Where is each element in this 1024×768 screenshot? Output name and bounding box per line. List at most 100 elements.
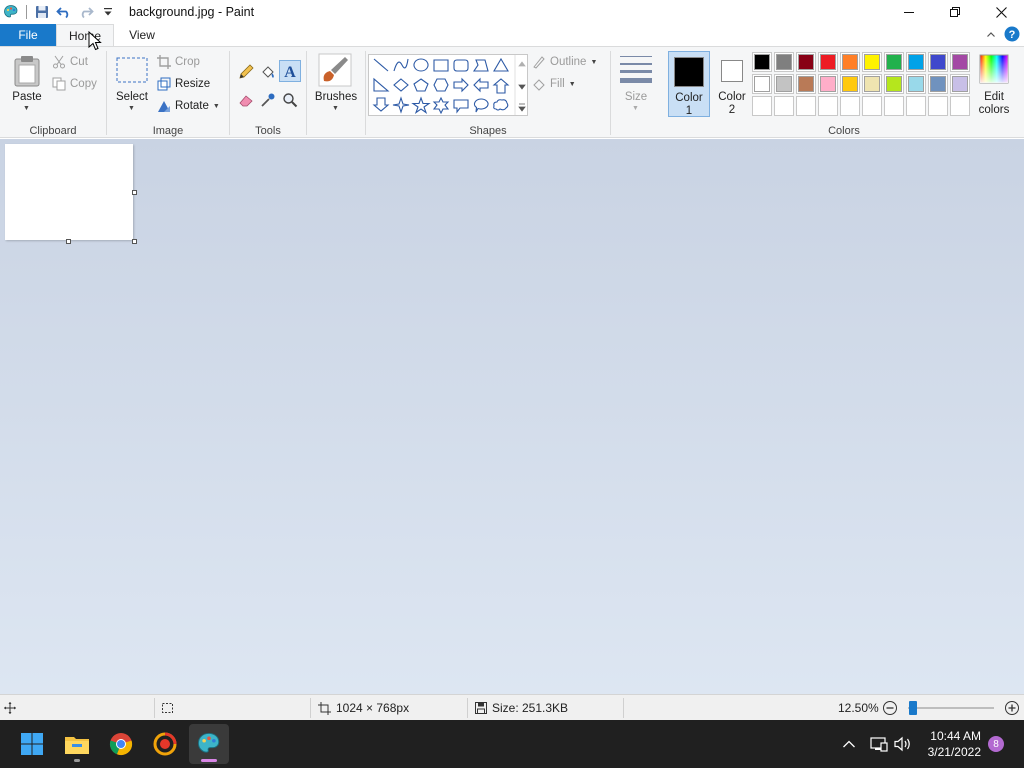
edit-colors-button[interactable]: Edit colors [974,51,1014,117]
palette-swatch[interactable] [906,52,926,72]
drawing-canvas[interactable] [5,144,133,240]
canvas-workspace[interactable] [0,139,1024,694]
fill-bucket-icon[interactable] [257,61,279,83]
windows-start-icon[interactable] [12,724,52,764]
status-divider [310,698,311,718]
palette-swatch-empty[interactable] [796,96,816,116]
media-player-icon[interactable] [145,724,185,764]
zoom-in-icon[interactable] [1004,695,1020,721]
quick-access-toolbar [0,3,117,21]
palette-swatch[interactable] [752,52,772,72]
ribbon: Paste ▼ Cut Copy Clipboard Select ▼ Crop… [0,46,1024,138]
palette-swatch[interactable] [884,74,904,94]
outline-button[interactable]: Outline ▼ [532,55,597,69]
palette-swatch[interactable] [950,52,970,72]
palette-swatch[interactable] [818,52,838,72]
palette-swatch-empty[interactable] [950,96,970,116]
palette-swatch[interactable] [774,74,794,94]
resize-button[interactable]: Resize [157,77,210,91]
palette-swatch-empty[interactable] [928,96,948,116]
palette-swatch-empty[interactable] [752,96,772,116]
paste-button[interactable]: Paste ▼ [10,53,44,113]
palette-swatch-empty[interactable] [818,96,838,116]
redo-icon[interactable] [77,3,95,21]
text-icon[interactable]: A [279,60,301,82]
palette-swatch[interactable] [928,74,948,94]
show-hidden-icons-icon[interactable] [842,720,856,768]
collapse-ribbon-icon[interactable] [986,29,996,43]
ribbon-tab-tools: ? [986,26,1020,45]
copy-button[interactable]: Copy [52,77,97,91]
zoom-slider-track[interactable] [908,707,994,709]
palette-swatch[interactable] [796,74,816,94]
eraser-icon[interactable] [235,89,257,111]
color2-button[interactable]: Color 2 [712,51,752,117]
brush-icon [318,53,352,87]
minimize-icon[interactable] [886,0,932,24]
rotate-button[interactable]: Rotate ▼ [157,99,220,113]
pencil-icon[interactable] [235,61,257,83]
disk-icon [475,702,487,714]
palette-swatch[interactable] [906,74,926,94]
notification-badge[interactable]: 8 [988,736,1004,752]
outline-icon [533,56,545,69]
palette-swatch[interactable] [862,52,882,72]
tab-home[interactable]: Home [56,24,114,46]
cursor-position [4,695,16,721]
color1-button[interactable]: Color 1 [668,51,710,117]
network-icon[interactable] [870,720,888,768]
resize-handle-right[interactable] [132,190,137,195]
palette-swatch[interactable] [862,74,882,94]
file-explorer-icon[interactable] [57,724,97,764]
palette-swatch[interactable] [884,52,904,72]
zoom-out-icon[interactable] [882,695,898,721]
magnifier-icon[interactable] [279,89,301,111]
palette-swatch-empty[interactable] [884,96,904,116]
color-picker-icon[interactable] [257,89,279,111]
paste-dropdown-icon: ▼ [23,105,30,112]
crop-button[interactable]: Crop [157,55,200,69]
paint-palette-icon[interactable] [2,3,20,21]
customize-dropdown-icon[interactable] [99,3,117,21]
color-palette [752,52,974,118]
resize-handle-corner[interactable] [132,239,137,244]
size-group[interactable]: Size ▼ [611,47,661,139]
resize-handle-bottom[interactable] [66,239,71,244]
shapes-gallery[interactable] [368,54,528,116]
qat-separator [26,5,27,19]
palette-swatch[interactable] [796,52,816,72]
paint-icon[interactable] [189,724,229,764]
rotate-label: Rotate [175,100,209,112]
palette-swatch[interactable] [818,74,838,94]
cut-button[interactable]: Cut [52,55,88,69]
palette-swatch-empty[interactable] [906,96,926,116]
maximize-icon[interactable] [932,0,978,24]
tab-view[interactable]: View [114,24,170,46]
brushes-group[interactable]: Brushes ▼ [307,47,365,139]
volume-icon[interactable] [894,720,912,768]
palette-swatch[interactable] [774,52,794,72]
zoom-slider-thumb[interactable] [909,701,917,715]
palette-swatch[interactable] [950,74,970,94]
close-icon[interactable] [978,0,1024,24]
palette-swatch-empty[interactable] [862,96,882,116]
help-icon[interactable]: ? [1004,26,1020,45]
undo-icon[interactable] [55,3,73,21]
image-group-label: Image [152,125,184,137]
tab-file[interactable]: File [0,24,56,46]
palette-swatch[interactable] [840,52,860,72]
save-icon[interactable] [33,3,51,21]
image-dimensions-text: 1024 × 768px [336,701,410,715]
chrome-icon[interactable] [101,724,141,764]
fill-button[interactable]: Fill ▼ [532,77,576,91]
clock[interactable]: 10:44 AM 3/21/2022 [928,728,981,760]
color2-swatch [721,60,743,82]
fill-label: Fill [550,78,565,90]
palette-swatch[interactable] [752,74,772,94]
palette-swatch[interactable] [840,74,860,94]
selection-size [161,695,174,721]
select-button[interactable]: Select ▼ [113,55,151,115]
palette-swatch-empty[interactable] [774,96,794,116]
palette-swatch[interactable] [928,52,948,72]
palette-swatch-empty[interactable] [840,96,860,116]
